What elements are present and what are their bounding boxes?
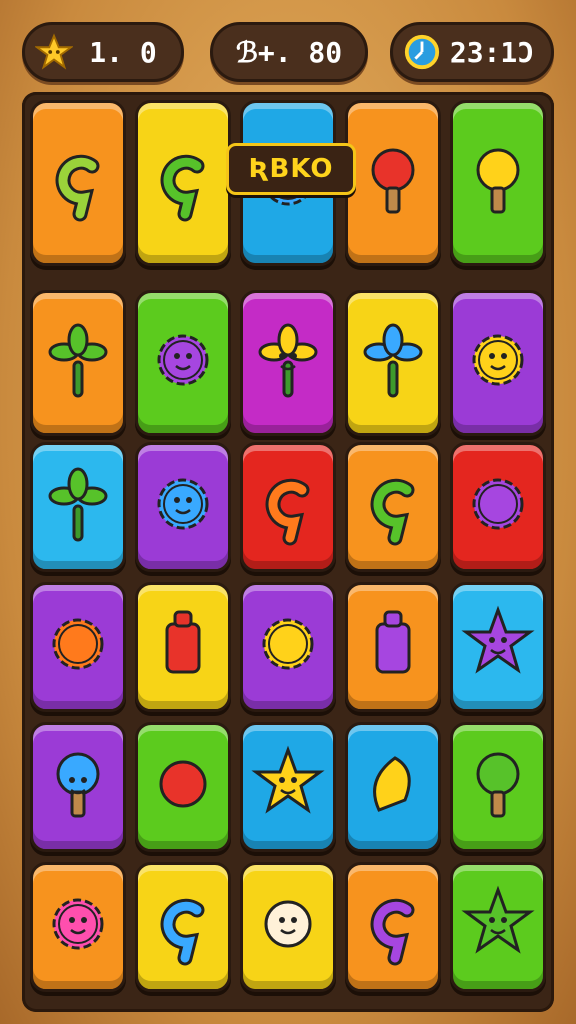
tile-2-3[interactable]: [240, 290, 336, 436]
timer-text: 23:1Ͻ: [449, 35, 535, 69]
tile-4-5[interactable]: [450, 582, 546, 712]
timer: 23:1Ͻ: [390, 22, 554, 82]
tile-2-1[interactable]: [30, 290, 126, 436]
purple-flower-face-icon: [145, 316, 221, 410]
red-bulb-ice-cream-icon: [355, 136, 431, 230]
blue-swirl-icon: [145, 880, 221, 974]
tile-3-1[interactable]: [30, 442, 126, 572]
tile-2-5[interactable]: [450, 290, 546, 436]
combo-banner: ƦBKO: [226, 143, 356, 195]
tile-4-2[interactable]: [135, 582, 231, 712]
tile-3-4[interactable]: [345, 442, 441, 572]
clock-icon: [401, 31, 443, 73]
green-crescent-icon: [145, 136, 221, 230]
tile-3-2[interactable]: [135, 442, 231, 572]
tile-3-5[interactable]: [450, 442, 546, 572]
green-spiral-icon: [355, 460, 431, 554]
red-bottle-icon: [145, 600, 221, 694]
tile-4-1[interactable]: [30, 582, 126, 712]
tile-3-3[interactable]: [240, 442, 336, 572]
level-counter: 1. 0: [22, 22, 184, 82]
pink-spiky-face-icon: [40, 880, 116, 974]
tile-2-4[interactable]: [345, 290, 441, 436]
purple-flower-icon: [460, 460, 536, 554]
tile-1-2[interactable]: [135, 100, 231, 266]
blue-germ-icon: [145, 460, 221, 554]
purple-box-icon: [355, 600, 431, 694]
star-icon: [33, 31, 75, 73]
level-text: 1. 0: [89, 35, 157, 69]
green-star-face-icon: [460, 880, 536, 974]
green-palm-icon: [40, 316, 116, 410]
tile-6-2[interactable]: [135, 862, 231, 992]
tile-5-4[interactable]: [345, 722, 441, 852]
yellow-leaf-creature-icon: [250, 316, 326, 410]
orange-gear-icon: [40, 600, 116, 694]
tile-4-4[interactable]: [345, 582, 441, 712]
tile-6-1[interactable]: [30, 862, 126, 992]
tile-5-1[interactable]: [30, 722, 126, 852]
orange-spiral-icon: [250, 460, 326, 554]
tile-1-1[interactable]: [30, 100, 126, 266]
score-text: ℬ+. 80: [235, 35, 343, 69]
tile-5-3[interactable]: [240, 722, 336, 852]
tile-5-2[interactable]: [135, 722, 231, 852]
yellow-pepper-icon: [355, 740, 431, 834]
yellow-star-face-icon: [250, 740, 326, 834]
red-berry-icon: [145, 740, 221, 834]
tile-2-2[interactable]: [135, 290, 231, 436]
yellow-bulb-icon: [460, 136, 536, 230]
blue-cone-face-icon: [40, 740, 116, 834]
tile-6-4[interactable]: [345, 862, 441, 992]
blue-palm-icon: [355, 316, 431, 410]
score-counter: ℬ+. 80: [210, 22, 368, 82]
purple-spiral-icon: [355, 880, 431, 974]
tile-6-5[interactable]: [450, 862, 546, 992]
yellow-sun-face-icon: [460, 316, 536, 410]
tile-1-5[interactable]: [450, 100, 546, 266]
purple-star-face-icon: [460, 600, 536, 694]
green-bulb-icon: [460, 740, 536, 834]
tile-4-3[interactable]: [240, 582, 336, 712]
tile-6-3[interactable]: [240, 862, 336, 992]
swirl-sprout-icon: [40, 136, 116, 230]
tile-1-4[interactable]: [345, 100, 441, 266]
tile-5-5[interactable]: [450, 722, 546, 852]
cream-creature-icon: [250, 880, 326, 974]
yellow-flower-icon: [250, 600, 326, 694]
green-sprout-icon: [40, 460, 116, 554]
